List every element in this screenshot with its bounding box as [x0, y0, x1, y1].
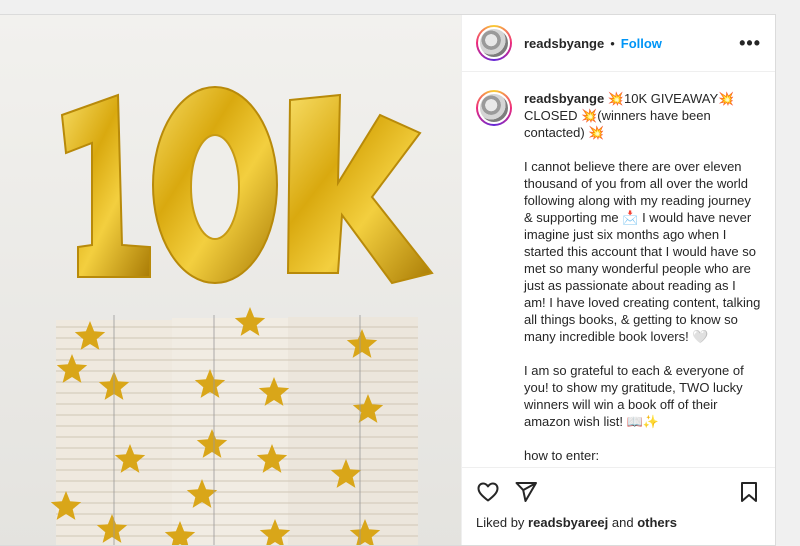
caption-text: readsbyange 💥10K GIVEAWAY💥 CLOSED 💥(winn… [524, 90, 761, 467]
post-sidebar: readsbyange • Follow ••• readsbyange 💥10… [461, 15, 775, 545]
post-header: readsbyange • Follow ••• [462, 15, 775, 72]
caption-para2: I am so grateful to each & everyone of y… [524, 363, 744, 429]
likes-summary: Liked by readsbyareej and others [462, 515, 775, 545]
avatar[interactable] [476, 25, 512, 61]
bookmark-icon[interactable] [737, 480, 761, 504]
caption-avatar[interactable] [476, 90, 512, 126]
balloons-books-photo [0, 15, 461, 545]
caption-area: readsbyange 💥10K GIVEAWAY💥 CLOSED 💥(winn… [462, 72, 775, 467]
header-username[interactable]: readsbyange [524, 36, 604, 51]
heart-icon[interactable] [476, 480, 500, 504]
caption-para1: I cannot believe there are over eleven t… [524, 159, 761, 344]
action-bar [462, 467, 775, 515]
paper-plane-icon[interactable] [514, 480, 538, 504]
separator-dot: • [610, 35, 615, 51]
caption-para3: how to enter: [524, 448, 600, 463]
likes-prefix: Liked by [476, 515, 529, 530]
balloon-zero [152, 86, 278, 284]
caption-username[interactable]: readsbyange [524, 91, 604, 106]
more-options-icon[interactable]: ••• [739, 33, 761, 54]
post-image[interactable] [0, 15, 461, 545]
likes-middle: and [608, 515, 638, 530]
likes-others-link[interactable]: others [637, 515, 677, 530]
liked-by-user[interactable]: readsbyareej [528, 515, 608, 530]
follow-button[interactable]: Follow [621, 36, 662, 51]
post-card: readsbyange • Follow ••• readsbyange 💥10… [0, 14, 776, 546]
